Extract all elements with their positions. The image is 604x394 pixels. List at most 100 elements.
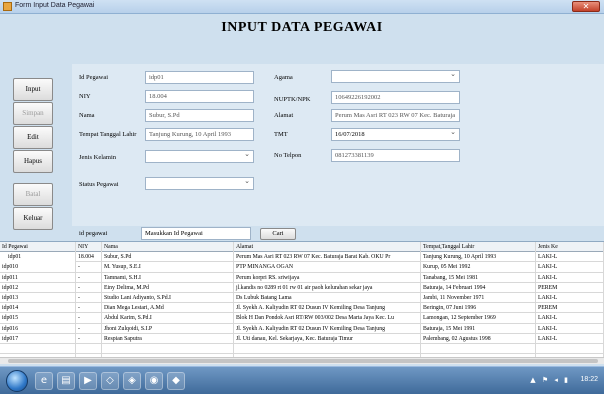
table-cell[interactable]: Baturaja, 15 Mei 1991 [421, 323, 536, 334]
nuptk-field[interactable]: 10649226192002 [331, 91, 460, 104]
horizontal-scrollbar[interactable] [0, 357, 604, 364]
table-cell[interactable]: Einy Delima, M.Pd [102, 282, 234, 293]
column-header[interactable]: NIY [76, 242, 102, 252]
app-icon-3[interactable]: ◆ [167, 372, 185, 390]
table-cell[interactable]: PEREM [536, 303, 604, 314]
table-row[interactable]: idp010- M. Yusup, S.E.I PTP MINANGA OGAN Ku… [0, 262, 604, 273]
table-cell[interactable]: idp017 [0, 333, 76, 344]
column-header[interactable]: Nama [102, 242, 234, 252]
nip-field[interactable]: 18.004 [145, 90, 254, 103]
table-cell[interactable]: Jl. Syekh A. Kaliyudin RT 02 Dusun IV Ke… [234, 323, 421, 334]
edit-button[interactable]: Edit [13, 126, 53, 149]
search-input[interactable]: Masukkan Id Pegawai [141, 227, 251, 240]
table-cell[interactable]: idp015 [0, 313, 76, 324]
hapus-button[interactable]: Hapus [13, 150, 53, 173]
table-cell[interactable]: Kurup, 05 Mei 1992 [421, 262, 536, 273]
table-cell[interactable]: Jambi, 11 November 1971 [421, 292, 536, 303]
table-cell[interactable]: idp016 [0, 323, 76, 334]
table-cell[interactable]: Abdul Karim, S.Pd.I [102, 313, 234, 324]
input-button[interactable]: Input [13, 78, 53, 101]
table-cell[interactable]: Palembang, 02 Agustus 1998 [421, 333, 536, 344]
table-row[interactable]: idp017- Respian Saputra Jl. Uti danau, Kel… [0, 333, 604, 344]
table-cell[interactable] [102, 343, 234, 354]
table-cell[interactable]: idp012 [0, 282, 76, 293]
table-cell[interactable] [234, 343, 421, 354]
table-cell[interactable]: Studio Lani Adiyanto, S.Pd.I [102, 292, 234, 303]
table-row[interactable]: idp013- Studio Lani Adiyanto, S.Pd.I Ds Lu… [0, 292, 604, 304]
table-cell[interactable]: idp01 [0, 252, 76, 263]
chrome-icon[interactable]: ◉ [145, 372, 163, 390]
system-tray[interactable]: ▲ ⚑ ◂ ▮ [530, 376, 570, 384]
table-cell[interactable]: Baturaja, 14 Februari 1994 [421, 282, 536, 293]
batal-button[interactable]: Batal [13, 183, 53, 206]
table-cell[interactable]: LAKI-L [536, 292, 604, 303]
table-cell[interactable]: - [76, 282, 102, 293]
table-cell[interactable]: Tanabang, 15 Mei 1981 [421, 272, 536, 283]
table-cell[interactable] [76, 343, 102, 354]
table-cell[interactable] [0, 343, 76, 354]
id-pegawai-field[interactable]: idp01 [145, 71, 254, 84]
scrollbar-thumb[interactable] [8, 359, 598, 363]
folder-icon[interactable]: ▤ [57, 372, 75, 390]
table-cell[interactable]: Respian Saputra [102, 333, 234, 344]
table-cell[interactable]: Tanjung Kurung, 10 April 1993 [421, 252, 536, 263]
table-cell[interactable]: Lamongan, 12 September 1969 [421, 313, 536, 324]
table-cell[interactable] [536, 343, 604, 354]
table-cell[interactable]: Dian Mega Lestari, A.Md [102, 303, 234, 314]
table-row[interactable]: idp012- Einy Delima, M.Pd jl.kandis no 028… [0, 282, 604, 293]
table-cell[interactable]: Beringin, 07 Juni 1996 [421, 303, 536, 314]
column-header[interactable]: Alamat [234, 242, 421, 252]
table-cell[interactable]: - [76, 262, 102, 273]
table-cell[interactable]: LAKI-L [536, 333, 604, 344]
table-cell[interactable]: M. Yusup, S.E.I [102, 262, 234, 273]
column-header[interactable]: Id Pegawai [0, 242, 76, 252]
table-cell[interactable]: Tamnami, S.H.I [102, 272, 234, 283]
alamat-field[interactable]: Perum Mas Asri RT 023 RW 07 Kec. Baturaj… [331, 109, 460, 122]
table-row[interactable]: idp011- Tamnami, S.H.I Perum korpri RS. sr… [0, 272, 604, 283]
ie-icon[interactable]: e [35, 372, 53, 390]
table-cell[interactable]: Perum korpri RS. sriwijaya [234, 272, 421, 283]
agama-select[interactable] [331, 70, 460, 83]
table-cell[interactable]: jl.kandis no 0289 rt 01 rw 01 air paoh k… [234, 282, 421, 293]
table-cell[interactable]: Jl. Uti danau, Kel. Sekarjaya, Kec. Batu… [234, 333, 421, 344]
cari-button[interactable]: Cari [260, 228, 296, 240]
table-cell[interactable]: idp011 [0, 272, 76, 283]
table-cell[interactable]: LAKI-L [536, 252, 604, 263]
table-row[interactable]: idp014- Dian Mega Lestari, A.Md Jl. Syekh … [0, 303, 604, 314]
jenis-kelamin-select[interactable] [145, 150, 254, 163]
close-button[interactable]: ✕ [572, 1, 600, 12]
table-cell[interactable]: LAKI-L [536, 272, 604, 283]
table-cell[interactable]: - [76, 303, 102, 314]
table-cell[interactable] [421, 343, 536, 354]
table-cell[interactable]: 18.004 [76, 252, 102, 263]
table-cell[interactable]: - [76, 323, 102, 334]
table-cell[interactable]: - [76, 333, 102, 344]
telpon-field[interactable]: 081273381139 [331, 149, 460, 162]
table-cell[interactable]: Subur, S.Pd [102, 252, 234, 263]
table-row[interactable]: idp015- Abdul Karim, S.Pd.I Blok H Dan Pon… [0, 313, 604, 324]
status-select[interactable] [145, 177, 254, 190]
table-cell[interactable]: idp014 [0, 303, 76, 314]
table-cell[interactable]: - [76, 313, 102, 324]
table-cell[interactable]: LAKI-L [536, 323, 604, 334]
app-icon-1[interactable]: ◇ [101, 372, 119, 390]
table-row[interactable]: ▶idp0118.004Subur, S.PdPerum Mas Asri RT… [0, 252, 604, 263]
table-cell[interactable]: Blok H Dan Pondok Asri RT/RW 003/002 Des… [234, 313, 421, 324]
table-cell[interactable]: Jl. Syekh A. Kaliyudin RT 02 Dusun IV Ke… [234, 303, 421, 314]
table-cell[interactable]: idp013 [0, 292, 76, 303]
column-header[interactable]: Tempat,Tanggal Lahir [421, 242, 536, 252]
media-icon[interactable]: ▶ [79, 372, 97, 390]
app-icon-2[interactable]: ◈ [123, 372, 141, 390]
table-cell[interactable]: LAKI-L [536, 313, 604, 324]
start-button[interactable] [6, 370, 28, 392]
nama-field[interactable]: Subur, S.Pd [145, 109, 254, 122]
tmt-date-picker[interactable]: 16/07/2018 [331, 128, 460, 141]
table-cell[interactable]: - [76, 272, 102, 283]
table-cell[interactable]: Jhoni Zulqoidi, S.I.P [102, 323, 234, 334]
ttl-field[interactable]: Tanjung Kurung, 10 April 1993 [145, 128, 254, 141]
table-cell[interactable]: PEREM [536, 282, 604, 293]
table-row[interactable] [0, 343, 604, 355]
table-row[interactable]: idp016- Jhoni Zulqoidi, S.I.P Jl. Syekh A.… [0, 323, 604, 334]
column-header[interactable]: Jenis Ke [536, 242, 604, 252]
table-cell[interactable]: - [76, 292, 102, 303]
